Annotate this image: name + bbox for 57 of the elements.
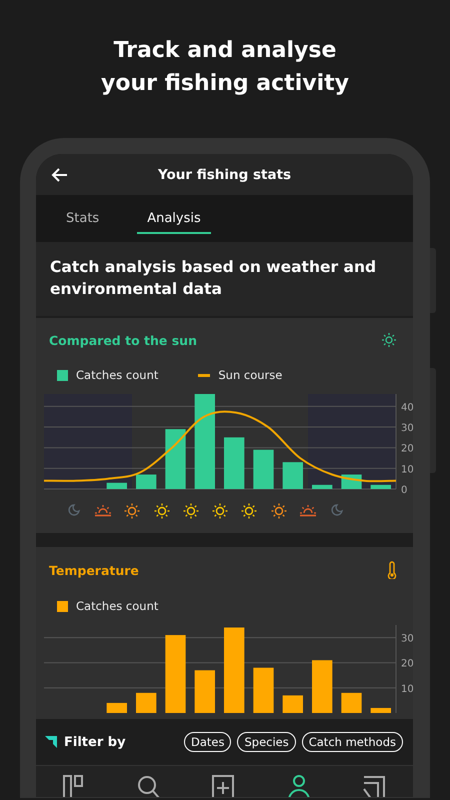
bar xyxy=(253,450,274,489)
moon-icon xyxy=(66,503,81,517)
feed-icon xyxy=(362,774,386,797)
axis-label: 20 xyxy=(401,658,413,670)
bar xyxy=(312,660,332,713)
axis-label: 30 xyxy=(401,423,413,434)
bar xyxy=(253,668,274,713)
bar xyxy=(370,484,391,489)
bar xyxy=(224,437,244,489)
filter-chip[interactable]: Catch methods xyxy=(302,732,403,752)
sun-icon xyxy=(381,332,397,348)
legend-label: Catches count xyxy=(76,368,158,382)
sun-icon xyxy=(240,503,258,519)
axis-label: 0 xyxy=(401,485,408,496)
sun-icon xyxy=(152,503,171,519)
bar xyxy=(282,462,303,489)
filter-label: Filter by xyxy=(64,734,127,750)
legend-swatch xyxy=(57,600,68,612)
card-title: Compared to the sun xyxy=(49,332,197,348)
legend-label: Sun course xyxy=(218,368,282,382)
section-heading: Catch analysis based on weather and environmental data xyxy=(36,242,413,316)
sun-icon xyxy=(123,503,142,519)
bar xyxy=(165,429,186,489)
bar xyxy=(136,692,156,713)
bar xyxy=(106,702,127,713)
add-icon xyxy=(211,774,236,797)
thermometer-icon xyxy=(387,561,397,579)
card-title: Temperature xyxy=(49,562,139,578)
sunrise-icon xyxy=(94,503,112,517)
bar xyxy=(312,484,332,489)
moon-icon xyxy=(330,503,344,517)
bar xyxy=(136,474,156,489)
sun-icon xyxy=(211,503,230,519)
headline: Track and analyse your fishing activity xyxy=(100,37,350,98)
sunrise-icon xyxy=(299,503,318,517)
sun-icon xyxy=(182,503,200,519)
bar xyxy=(282,695,303,713)
axis-label: 20 xyxy=(401,444,413,455)
screen-title: Your fishing stats xyxy=(156,166,292,182)
filter-chip[interactable]: Species xyxy=(237,732,296,752)
axis-label: 30 xyxy=(401,634,413,645)
filter-chip[interactable]: Dates xyxy=(184,732,232,752)
axis-label: 10 xyxy=(401,684,413,695)
axis-label: 40 xyxy=(401,402,413,414)
profile-icon xyxy=(286,774,311,797)
search-icon xyxy=(136,774,160,797)
board-icon xyxy=(60,774,85,797)
tab[interactable]: Analysis xyxy=(137,203,211,234)
axis-label: 10 xyxy=(401,464,413,476)
tab[interactable]: Stats xyxy=(56,203,110,234)
legend-swatch xyxy=(57,370,68,380)
bar xyxy=(194,670,215,713)
bar xyxy=(370,708,391,713)
sun-icon xyxy=(270,503,288,519)
bar xyxy=(341,692,362,713)
legend-label: Catches count xyxy=(76,599,158,613)
filter-logo-icon xyxy=(44,735,58,749)
